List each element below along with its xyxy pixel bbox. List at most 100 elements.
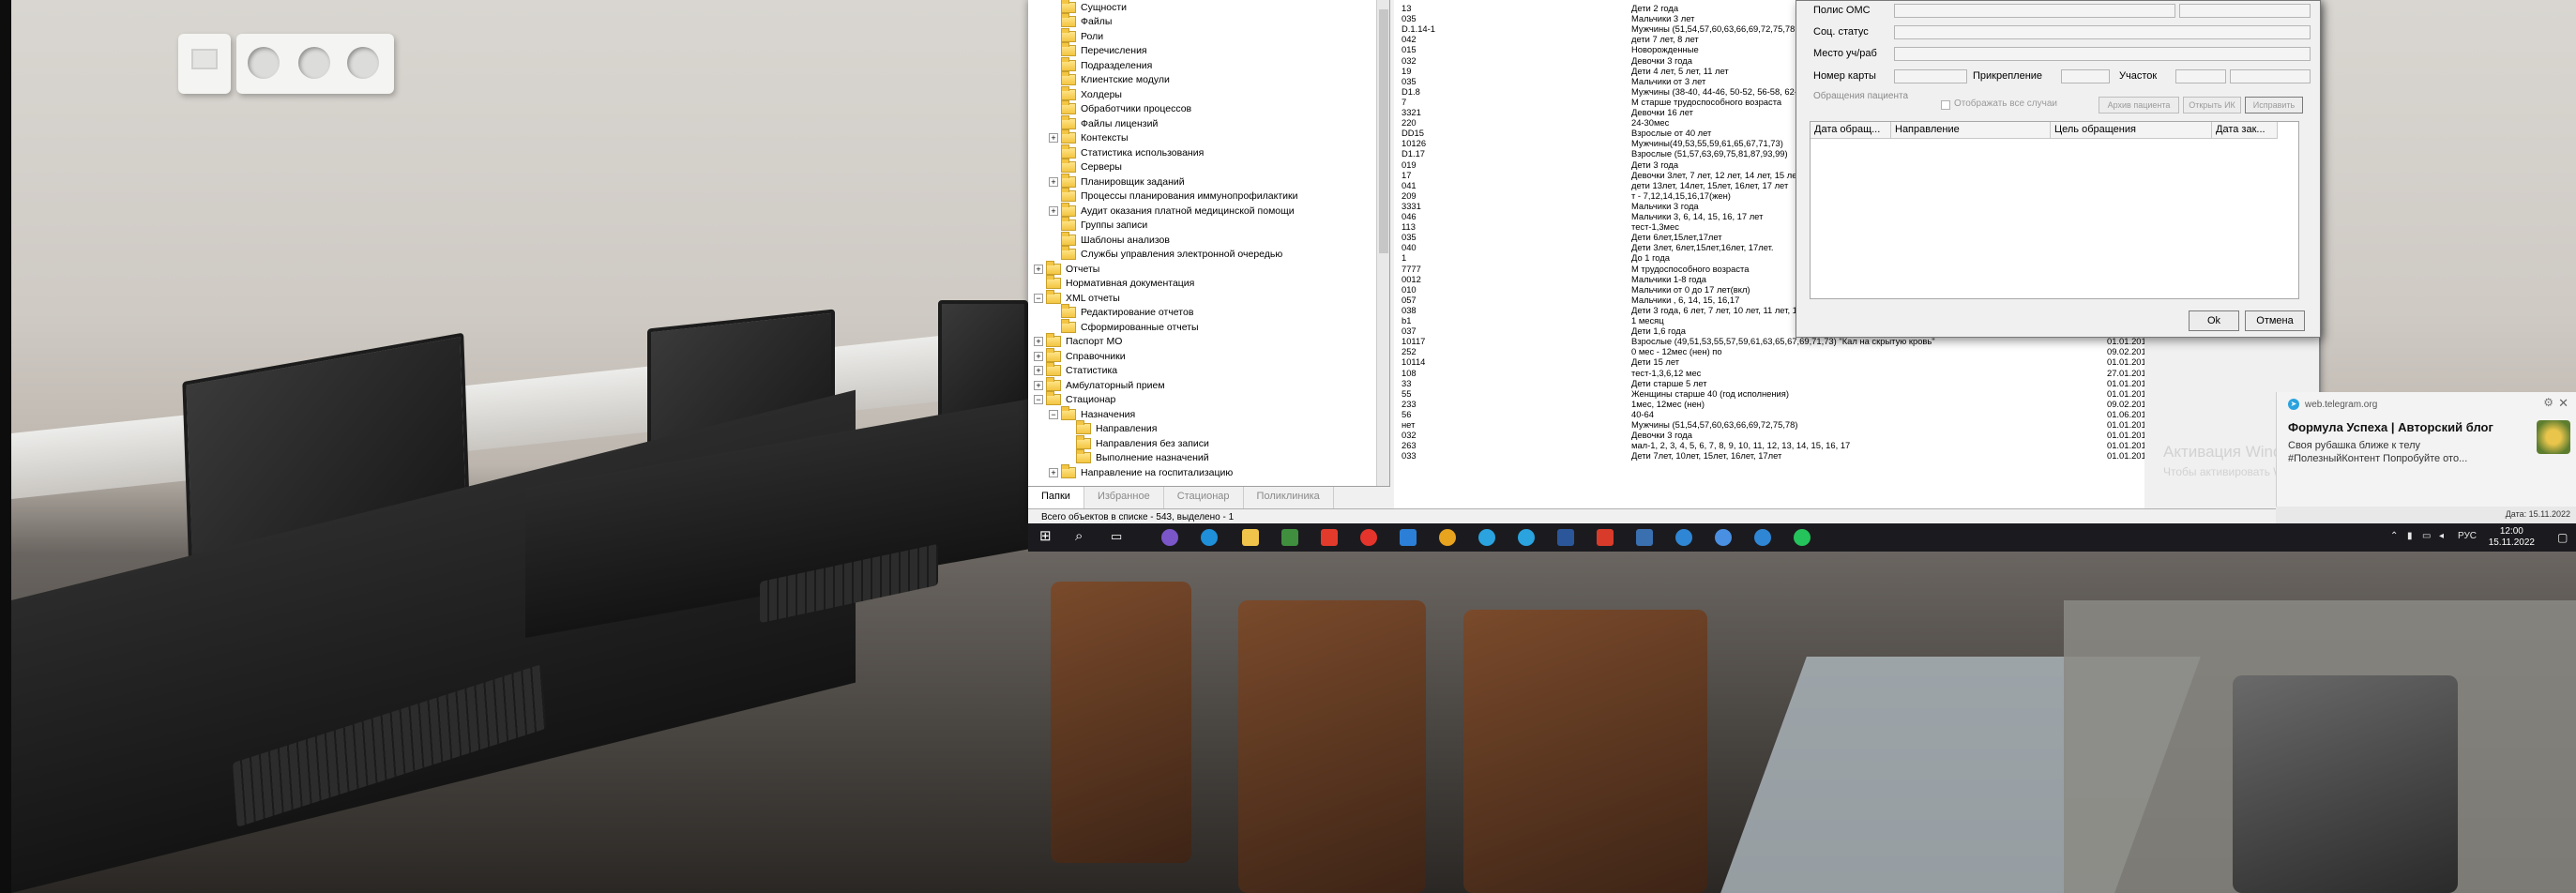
tree-expander-icon[interactable]: + [1034,380,1043,390]
tree-scrollbar-thumb[interactable] [1379,9,1388,253]
microphone-icon[interactable]: ▮ [2407,531,2413,541]
folder-tree[interactable]: Сущности Файлы Роли Перечисления Подразделен… [1028,0,1390,486]
word-icon[interactable] [1557,529,1574,546]
tab-polyclinic[interactable]: Поликлиника [1244,487,1334,508]
archive-button[interactable]: Архив пациента [2099,97,2179,114]
volume-icon[interactable]: ◂ [2439,531,2444,541]
whatsapp-icon[interactable] [1794,529,1811,546]
tree-item[interactable]: + Аудит оказания платной медицинской помо… [1049,202,1295,219]
tab-hospital[interactable]: Стационар [1164,487,1244,508]
area-field[interactable] [2175,69,2226,83]
tree-item[interactable]: Файлы лицензий [1049,114,1158,131]
app-chrome-icon[interactable] [1715,529,1732,546]
notification-center-icon[interactable]: ▢ [2557,531,2568,544]
tree-item[interactable]: + Амбулаторный прием [1034,376,1165,393]
tree-item[interactable]: + Отчеты [1034,260,1099,277]
oms-policy-field[interactable] [1894,4,2175,18]
card-number-field[interactable] [1894,69,1967,83]
oms-policy-field-2[interactable] [2179,4,2311,18]
search-icon[interactable]: ⌕ [1075,528,1083,545]
chrome-icon[interactable] [1439,529,1456,546]
tree-item[interactable]: Сущности [1049,0,1127,15]
tree-item[interactable]: + Паспорт МО [1034,333,1122,350]
monitor-icon[interactable] [1636,529,1653,546]
tree-item[interactable]: Группы записи [1049,217,1147,234]
tree-expander-icon[interactable]: + [1034,264,1043,274]
tree-expander-icon[interactable]: + [1049,467,1058,477]
explorer-icon[interactable] [1242,529,1259,546]
table-row[interactable]: 33 Дети старше 5 лет 01.01.2014 [1394,378,2144,388]
tree-item[interactable]: + Планировщик заданий [1049,173,1185,189]
col-visit-purpose[interactable]: Цель обращения [2051,122,2212,139]
tree-item[interactable]: Процессы планирования иммунопрофилактики [1049,188,1297,204]
table-row[interactable]: 10114 Дети 15 лет 01.01.2018 [1394,356,2144,367]
tree-item[interactable]: Серверы [1049,159,1122,175]
tree-expander-icon[interactable]: − [1034,293,1043,303]
tree-expander-icon[interactable]: + [1049,176,1058,187]
app-blue-2-icon[interactable] [1754,529,1771,546]
tree-item[interactable]: − Стационар [1034,391,1115,408]
col-direction[interactable]: Направление [1891,122,2051,139]
tree-item[interactable]: Клиентские модули [1049,71,1170,88]
social-status-field[interactable] [1894,25,2311,39]
tree-item[interactable]: Сформированные отчеты [1049,318,1199,335]
show-all-checkbox[interactable] [1941,100,1950,110]
tree-item[interactable]: − Назначения [1049,405,1135,422]
windows-start-icon[interactable]: ⊞ [1039,528,1052,545]
table-row[interactable]: 263 мал-1, 2, 3, 4, 5, 6, 7, 8, 9, 10, 11… [1394,440,2144,450]
tree-expander-icon[interactable]: + [1034,351,1043,361]
tree-item[interactable]: Холдеры [1049,85,1122,102]
table-row[interactable]: 55 Женщины старше 40 (год исполнения) 01.0… [1394,388,2144,399]
table-row[interactable]: 108 тест-1,3,6,12 мес 27.01.2016 [1394,368,2144,378]
tree-item[interactable]: Обработчики процессов [1049,100,1191,117]
tree-item[interactable]: Направления без записи [1064,434,1209,451]
yandex-browser-icon[interactable] [1360,529,1377,546]
workplace-field[interactable] [1894,47,2311,61]
pdf-icon[interactable] [1597,529,1614,546]
tree-item[interactable]: Статистика использования [1049,144,1204,160]
table-row[interactable]: 033 Дети 7лет, 10лет, 15лет, 16лет, 17лет… [1394,450,2144,461]
viber-icon[interactable] [1161,529,1178,546]
task-view-icon[interactable]: ▭ [1111,528,1122,545]
close-icon[interactable]: ✕ [2558,396,2568,411]
tree-expander-icon[interactable]: + [1034,366,1043,376]
edge-icon[interactable] [1201,529,1218,546]
tree-item[interactable]: Нормативная документация [1034,275,1194,292]
col-visit-date[interactable]: Дата обращ... [1811,122,1891,139]
tree-item[interactable]: Шаблоны анализов [1049,231,1170,248]
tree-item[interactable]: Перечисления [1049,42,1147,59]
tab-favorites[interactable]: Избранное [1084,487,1164,508]
table-row[interactable]: 56 40-64 01.06.2019 [1394,409,2144,419]
table-row[interactable]: 032 Девочки 3 года 01.01.2014 [1394,430,2144,440]
telegram-2-icon[interactable] [1518,529,1535,546]
tree-item[interactable]: Направления [1064,420,1157,437]
tree-item[interactable]: + Контексты [1049,129,1129,146]
clock[interactable]: 12:00 15.11.2022 [2489,526,2535,549]
table-row[interactable]: 252 0 мес - 12мес (нен) по 09.02.2018 [1394,346,2144,356]
mail-icon[interactable] [1400,529,1417,546]
tree-item[interactable]: Подразделения [1049,56,1152,73]
visits-table[interactable]: Дата обращ... Направление Цель обращения… [1810,121,2299,299]
tree-expander-icon[interactable]: + [1034,337,1043,347]
tree-item[interactable]: + Статистика [1034,362,1117,379]
tree-item[interactable]: Службы управления электронной очередью [1049,246,1282,263]
col-close-date[interactable]: Дата зак... [2212,122,2278,139]
app-blue-icon[interactable] [1675,529,1692,546]
gear-icon[interactable]: ⚙ [2543,396,2553,409]
tree-expander-icon[interactable]: + [1049,133,1058,144]
area-field-2[interactable] [2230,69,2311,83]
tree-item[interactable]: Выполнение назначений [1064,449,1209,466]
tree-scrollbar[interactable] [1376,0,1389,486]
telegram-notification[interactable]: ➤ web.telegram.org ⚙ ✕ Формула Успеха | … [2276,392,2576,507]
tray-chevron-icon[interactable]: ⌃ [2390,531,2398,541]
table-row[interactable]: 233 1мес, 12мес (нен) 09.02.2017 [1394,399,2144,409]
tree-item[interactable]: Файлы [1049,13,1112,30]
tab-folders[interactable]: Папки [1028,487,1084,508]
tree-item[interactable]: Редактирование отчетов [1049,304,1193,321]
telegram-taskbar-icon[interactable] [1478,529,1495,546]
tree-expander-icon[interactable]: − [1049,409,1058,419]
tree-expander-icon[interactable]: − [1034,395,1043,405]
ok-button[interactable]: Ok [2189,310,2239,331]
tray-language[interactable]: РУС [2458,531,2477,541]
tree-item[interactable]: − XML отчеты [1034,289,1120,306]
